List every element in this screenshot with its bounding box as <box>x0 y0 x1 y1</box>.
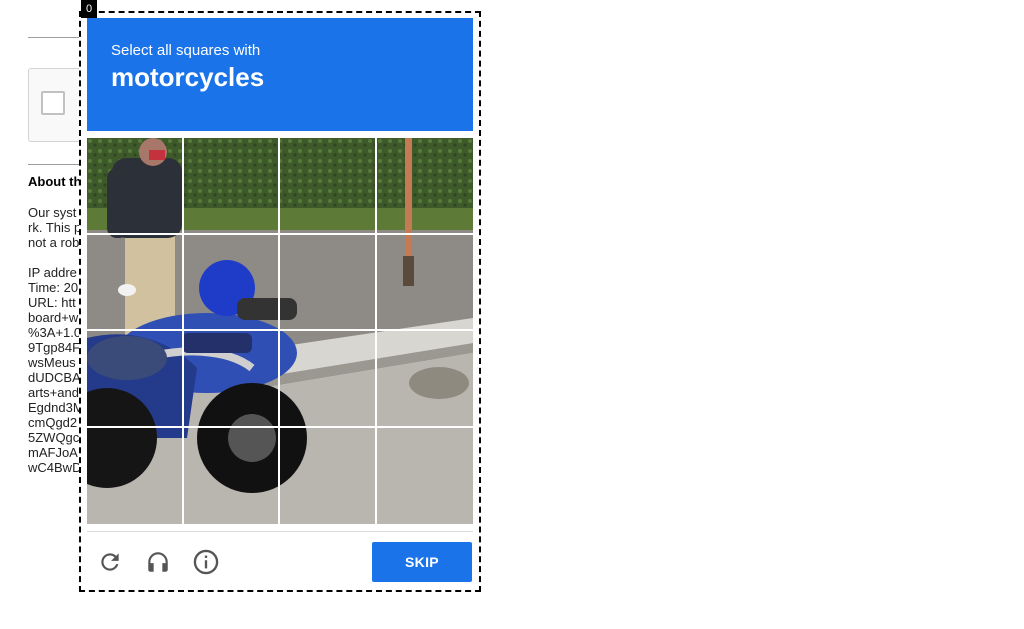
background-text-line: cmQgd2 <box>28 415 78 430</box>
image-tile[interactable] <box>87 138 184 235</box>
reload-icon[interactable] <box>95 547 125 577</box>
image-tile[interactable] <box>280 427 377 524</box>
background-text-line: wsMeus <box>28 355 76 370</box>
challenge-instruction: Select all squares with <box>111 42 261 59</box>
background-text-line: 9Tgp84F <box>28 340 81 355</box>
headphones-icon[interactable] <box>143 547 173 577</box>
image-tile[interactable] <box>184 427 280 524</box>
background-text-line: Our syst <box>28 205 77 220</box>
image-tile[interactable] <box>87 331 184 428</box>
image-tile[interactable] <box>376 331 473 428</box>
image-tile[interactable] <box>376 235 473 331</box>
challenge-header: Select all squares with motorcycles <box>87 18 473 131</box>
image-tile[interactable] <box>183 331 280 428</box>
challenge-target: motorcycles <box>111 62 265 92</box>
image-grid <box>87 138 473 524</box>
image-tile[interactable] <box>376 138 473 235</box>
about-heading: About th <box>28 174 80 189</box>
background-text-line: wC4BwD <box>28 460 82 475</box>
image-tile[interactable] <box>280 331 377 428</box>
background-text-line: mAFJoA <box>28 445 78 460</box>
tile-grid <box>87 138 473 524</box>
page: About th Our syst rk. This p not a rob IP a… <box>0 0 1024 629</box>
image-tile[interactable] <box>87 427 184 524</box>
background-text-line: %3A+1.0 <box>28 325 82 340</box>
background-text-line: 5ZWQgc <box>28 430 80 445</box>
background-text-line: Egdnd3M <box>28 400 84 415</box>
image-tile[interactable] <box>183 138 280 235</box>
image-tile[interactable] <box>280 234 377 331</box>
image-tile[interactable] <box>183 234 280 331</box>
background-text-line: Time: 20 <box>28 280 79 295</box>
background-text-line: board+w <box>28 310 79 325</box>
footer-divider <box>87 531 473 532</box>
image-tile[interactable] <box>377 428 474 525</box>
background-text-line: arts+and <box>28 385 79 400</box>
skip-button[interactable]: SKIP <box>372 542 472 582</box>
background-text-line: rk. This p <box>28 220 82 235</box>
background-text-line: IP addre <box>28 265 77 280</box>
im-not-a-robot-checkbox[interactable] <box>41 91 65 115</box>
info-icon[interactable] <box>191 547 221 577</box>
background-text-line: not a rob <box>28 235 80 250</box>
image-tile[interactable] <box>280 138 377 235</box>
image-tile[interactable] <box>87 234 184 331</box>
background-text-line: dUDCBA <box>28 370 81 385</box>
focus-badge: 0 <box>81 0 97 18</box>
background-text-line: URL: htt <box>28 295 76 310</box>
